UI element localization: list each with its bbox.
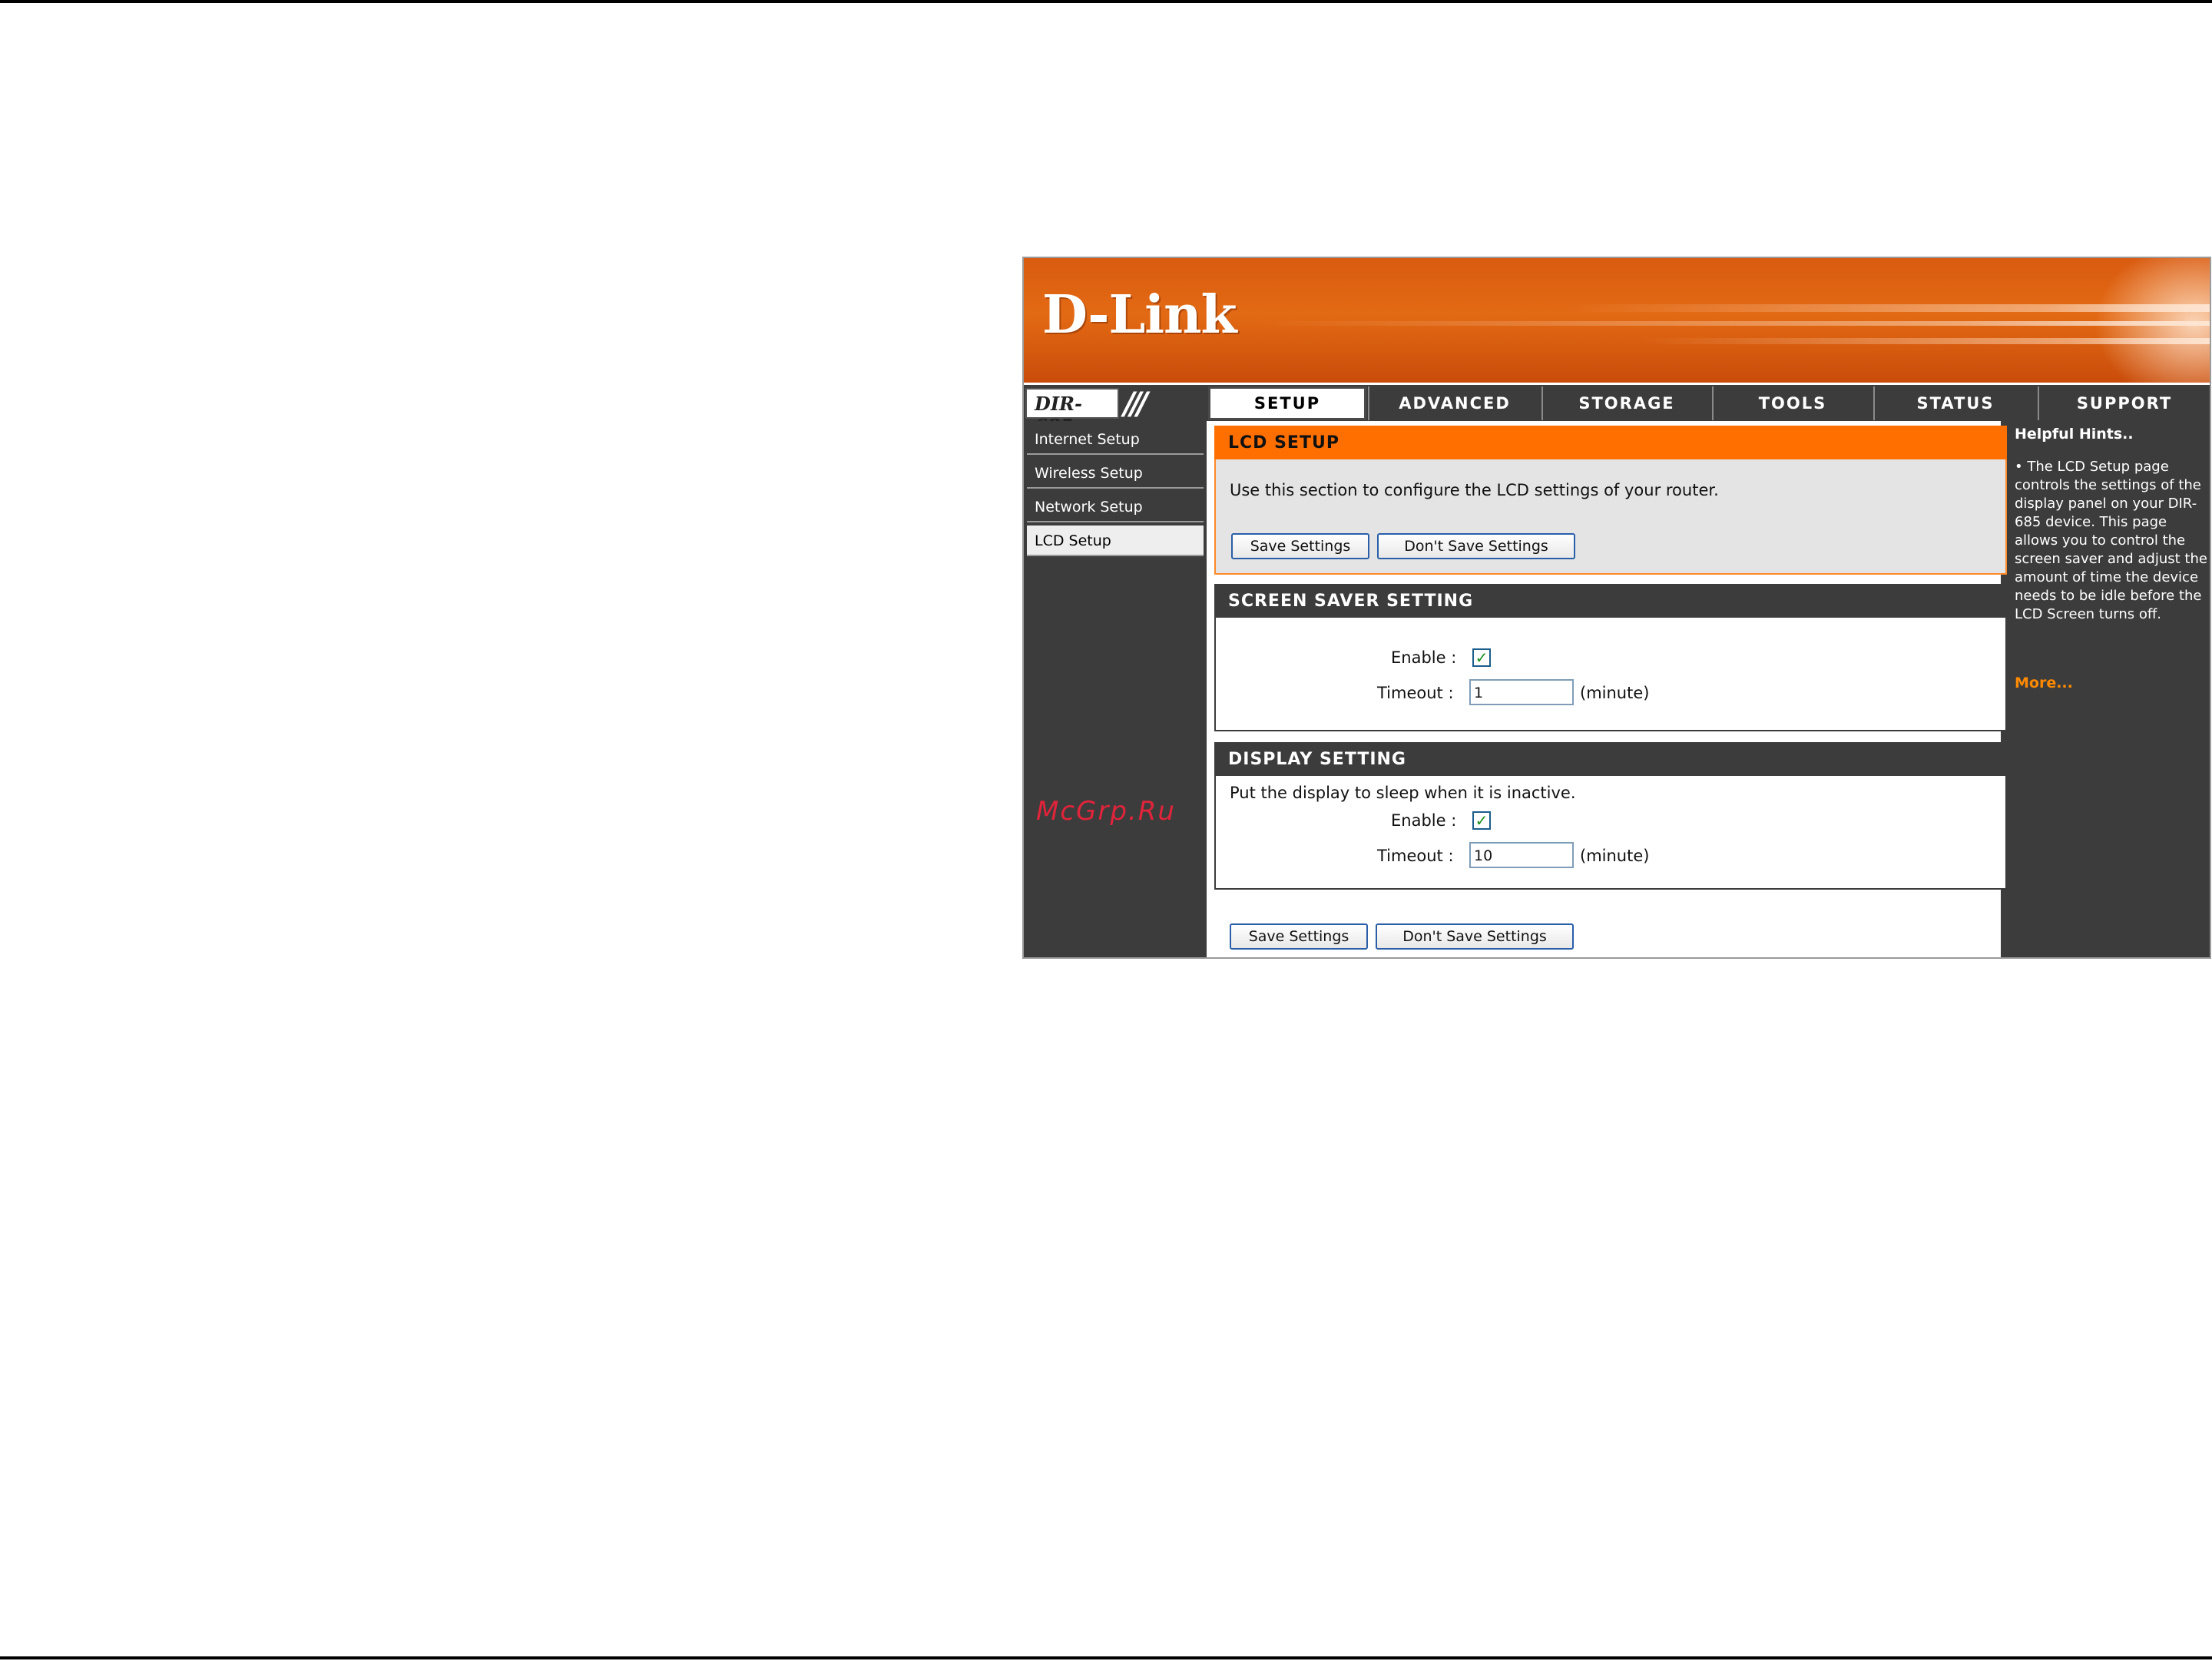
display-timeout-input[interactable]: 10 (1469, 842, 1574, 868)
tab-tools[interactable]: TOOLS (1712, 386, 1872, 420)
main-content: LCD SETUP Use this section to configure … (1207, 421, 2007, 957)
screen-saver-timeout-label: Timeout : (1377, 684, 1454, 702)
brand-banner: D-Link (1024, 258, 2210, 383)
sidebar-item-lcd-setup[interactable]: LCD Setup (1027, 525, 1204, 556)
tab-storage[interactable]: STORAGE (1541, 386, 1710, 420)
watermark-text: McGrp.Ru (1036, 796, 1176, 827)
lcd-setup-section: LCD SETUP Use this section to configure … (1214, 426, 2007, 575)
page-bottom-rule (0, 1656, 2212, 1659)
section-body: Enable : ✓ Timeout : 1 (minute) (1214, 618, 2007, 731)
display-timeout-unit: (minute) (1580, 847, 1650, 865)
page-top-rule (0, 0, 2212, 3)
footer-save-settings-button[interactable]: Save Settings (1230, 923, 1368, 950)
sidebar-item-wireless-setup[interactable]: Wireless Setup (1027, 458, 1204, 489)
hints-title: Helpful Hints.. (2015, 426, 2134, 443)
tab-support[interactable]: SUPPORT (2038, 386, 2210, 420)
helpful-hints-panel: Helpful Hints.. • The LCD Setup page con… (2013, 421, 2210, 957)
banner-shine (2087, 258, 2210, 383)
model-badge: DIR-685 (1025, 388, 1119, 437)
banner-streak (1257, 321, 2210, 326)
dont-save-settings-button[interactable]: Don't Save Settings (1377, 533, 1575, 559)
sidebar-item-internet-setup[interactable]: Internet Setup (1027, 424, 1204, 455)
section-body: Use this section to configure the LCD se… (1214, 459, 2007, 575)
sidebar-item-network-setup[interactable]: Network Setup (1027, 492, 1204, 522)
screen-saver-timeout-unit: (minute) (1580, 684, 1650, 702)
section-body: Put the display to sleep when it is inac… (1214, 776, 2007, 890)
hints-more-link[interactable]: More... (2015, 675, 2073, 691)
display-section: DISPLAY SETTING Put the display to sleep… (1214, 742, 2007, 890)
screen-saver-enable-checkbox[interactable]: ✓ (1472, 648, 1491, 667)
tab-setup[interactable]: SETUP (1208, 386, 1366, 420)
display-timeout-label: Timeout : (1377, 847, 1454, 865)
save-settings-button[interactable]: Save Settings (1231, 533, 1369, 559)
router-admin-window: D-Link DIR-685 /// SETUP ADVANCED STORAG… (1022, 257, 2211, 959)
section-title: SCREEN SAVER SETTING (1214, 584, 2007, 618)
tab-advanced[interactable]: ADVANCED (1368, 386, 1540, 420)
section-title: LCD SETUP (1214, 426, 2007, 459)
hints-body: • The LCD Setup page controls the settin… (2015, 459, 2207, 622)
screen-saver-timeout-input[interactable]: 1 (1469, 679, 1574, 705)
top-navigation: DIR-685 /// SETUP ADVANCED STORAGE TOOLS… (1024, 383, 2210, 437)
screen-saver-enable-label: Enable : (1391, 648, 1457, 667)
left-sidebar: Internet Setup Wireless Setup Network Se… (1024, 421, 1205, 957)
section-title: DISPLAY SETTING (1214, 742, 2007, 776)
section-description: Use this section to configure the LCD se… (1230, 481, 1719, 499)
dlink-logo: D-Link (1042, 284, 1237, 346)
screen-saver-section: SCREEN SAVER SETTING Enable : ✓ Timeout … (1214, 584, 2007, 731)
display-enable-checkbox[interactable]: ✓ (1472, 811, 1491, 830)
tab-status[interactable]: STATUS (1873, 386, 2036, 420)
footer-dont-save-settings-button[interactable]: Don't Save Settings (1376, 923, 1574, 950)
display-description: Put the display to sleep when it is inac… (1230, 784, 1576, 802)
model-slash-decoration: /// (1124, 386, 1148, 422)
display-enable-label: Enable : (1391, 811, 1457, 830)
